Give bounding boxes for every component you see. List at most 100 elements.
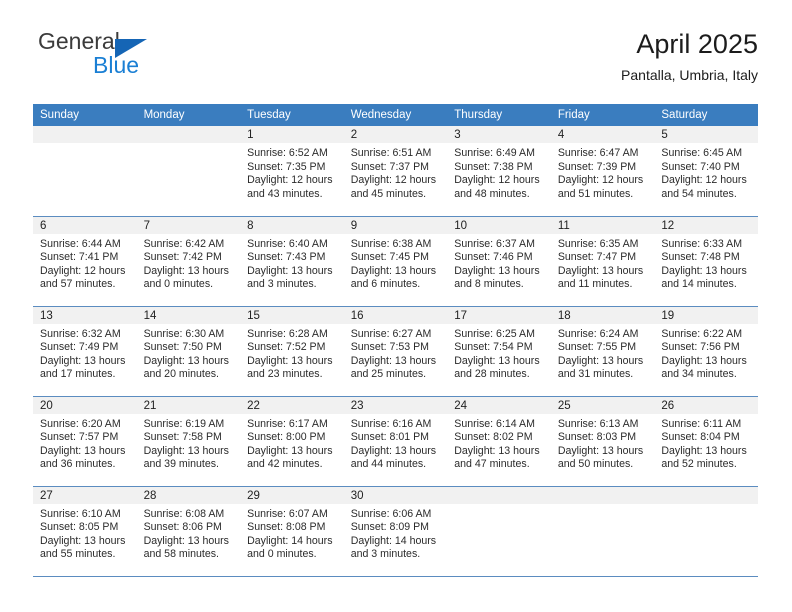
day-number: 28: [136, 486, 241, 504]
day-details: Sunrise: 6:32 AM Sunset: 7:49 PM Daylight:…: [33, 324, 137, 382]
day-details: Sunrise: 6:22 AM Sunset: 7:56 PM Daylight:…: [654, 324, 758, 382]
sunrise-time: Sunrise: 6:35 AM: [557, 237, 639, 250]
daylight-duration-line1: Daylight: 13 hours: [143, 354, 229, 367]
sunset-time: Sunset: 8:03 PM: [557, 431, 637, 444]
calendar-day-cell[interactable]: 27 Sunrise: 6:10 AM Sunset: 8:05 PM Dayligh…: [33, 485, 137, 577]
sunrise-time: Sunrise: 6:17 AM: [247, 417, 328, 430]
day-details: Sunrise: 6:42 AM Sunset: 7:42 PM Daylight:…: [137, 234, 241, 292]
daylight-duration-line1: Daylight: 13 hours: [40, 354, 126, 367]
calendar-day-cell[interactable]: 21 Sunrise: 6:19 AM Sunset: 7:58 PM Dayligh…: [136, 395, 241, 486]
day-details: Sunrise: 6:27 AM Sunset: 7:53 PM Daylight:…: [344, 324, 448, 382]
calendar-day-cell[interactable]: 25 Sunrise: 6:13 AM Sunset: 8:03 PM Dayligh…: [550, 395, 655, 486]
sunset-time: Sunset: 8:00 PM: [247, 431, 326, 444]
day-number: [33, 126, 137, 143]
daylight-duration-line2: and 11 minutes.: [557, 278, 633, 291]
calendar-day-cell[interactable]: 6 Sunrise: 6:44 AM Sunset: 7:41 PM Daylight…: [33, 215, 137, 306]
day-details: Sunrise: 6:35 AM Sunset: 7:47 PM Daylight:…: [551, 234, 655, 292]
calendar-day-cell[interactable]: 29 Sunrise: 6:07 AM Sunset: 8:08 PM Dayligh…: [240, 485, 344, 577]
sunrise-time: Sunrise: 6:28 AM: [247, 327, 328, 340]
sunrise-time: Sunrise: 6:37 AM: [454, 237, 535, 250]
day-number: 17: [447, 306, 551, 324]
day-number: [654, 486, 758, 504]
sunset-time: Sunset: 7:55 PM: [557, 341, 637, 354]
calendar-day-cell[interactable]: 3 Sunrise: 6:49 AM Sunset: 7:38 PM Daylight…: [447, 126, 551, 216]
day-number: 11: [550, 216, 655, 234]
day-details: Sunrise: 6:52 AM Sunset: 7:35 PM Daylight:…: [240, 143, 344, 201]
calendar-day-cell[interactable]: 18 Sunrise: 6:24 AM Sunset: 7:55 PM Dayligh…: [550, 305, 655, 396]
calendar-day-cell[interactable]: 17 Sunrise: 6:25 AM Sunset: 7:54 PM Dayligh…: [447, 305, 551, 396]
calendar-day-cell[interactable]: 7 Sunrise: 6:42 AM Sunset: 7:42 PM Daylight…: [136, 215, 241, 306]
weekday-header-monday: Monday: [136, 104, 241, 126]
sunrise-time: Sunrise: 6:33 AM: [661, 237, 743, 250]
calendar-day-cell[interactable]: 19 Sunrise: 6:22 AM Sunset: 7:56 PM Dayligh…: [654, 305, 758, 396]
calendar-day-cell[interactable]: 5 Sunrise: 6:45 AM Sunset: 7:40 PM Daylight…: [654, 126, 758, 216]
day-number: [447, 486, 551, 504]
weekday-header-saturday: Saturday: [654, 104, 758, 126]
calendar-day-cell[interactable]: 4 Sunrise: 6:47 AM Sunset: 7:39 PM Daylight…: [550, 126, 655, 216]
calendar-week-row: 20 Sunrise: 6:20 AM Sunset: 7:57 PM Dayligh…: [33, 395, 758, 486]
calendar-day-cell[interactable]: 12 Sunrise: 6:33 AM Sunset: 7:48 PM Dayligh…: [654, 215, 758, 306]
sunrise-time: Sunrise: 6:32 AM: [40, 327, 121, 340]
daylight-duration-line1: Daylight: 13 hours: [661, 354, 747, 367]
calendar-day-cell-empty: [136, 126, 241, 216]
day-details: Sunrise: 6:16 AM Sunset: 8:01 PM Daylight:…: [344, 414, 448, 472]
calendar-day-cell[interactable]: 8 Sunrise: 6:40 AM Sunset: 7:43 PM Daylight…: [240, 215, 344, 306]
day-details: Sunrise: 6:10 AM Sunset: 8:05 PM Daylight:…: [33, 504, 137, 562]
day-number: 13: [33, 306, 137, 324]
calendar-day-cell[interactable]: 26 Sunrise: 6:11 AM Sunset: 8:04 PM Dayligh…: [654, 395, 758, 486]
day-number: 22: [240, 396, 344, 414]
day-details: Sunrise: 6:33 AM Sunset: 7:48 PM Daylight:…: [654, 234, 758, 292]
calendar-day-cell-empty: [33, 126, 137, 216]
calendar-day-cell[interactable]: 11 Sunrise: 6:35 AM Sunset: 7:47 PM Dayligh…: [550, 215, 655, 306]
weekday-header-thursday: Thursday: [447, 104, 551, 126]
weekday-header-sunday: Sunday: [33, 104, 137, 126]
daylight-duration-line1: Daylight: 13 hours: [143, 444, 229, 457]
calendar-page: General Blue April 2025 Pantalla, Umbria…: [0, 0, 792, 612]
day-details: Sunrise: 6:45 AM Sunset: 7:40 PM Daylight:…: [654, 143, 758, 201]
calendar-day-cell[interactable]: 16 Sunrise: 6:27 AM Sunset: 7:53 PM Dayligh…: [343, 305, 448, 396]
daylight-duration-line2: and 39 minutes.: [143, 458, 219, 471]
daylight-duration-line1: Daylight: 13 hours: [40, 534, 126, 547]
sunset-time: Sunset: 7:42 PM: [143, 251, 222, 264]
sunrise-time: Sunrise: 6:24 AM: [557, 327, 639, 340]
day-number: [550, 486, 655, 504]
sunrise-time: Sunrise: 6:22 AM: [661, 327, 743, 340]
daylight-duration-line2: and 47 minutes.: [454, 458, 530, 471]
calendar-day-cell[interactable]: 24 Sunrise: 6:14 AM Sunset: 8:02 PM Dayligh…: [447, 395, 551, 486]
daylight-duration-line2: and 3 minutes.: [350, 548, 421, 561]
calendar-day-cell[interactable]: 22 Sunrise: 6:17 AM Sunset: 8:00 PM Dayligh…: [240, 395, 344, 486]
day-number: 26: [654, 396, 758, 414]
calendar-day-cell[interactable]: 9 Sunrise: 6:38 AM Sunset: 7:45 PM Daylight…: [343, 215, 448, 306]
daylight-duration-line1: Daylight: 14 hours: [247, 534, 333, 547]
sunset-time: Sunset: 7:54 PM: [454, 341, 533, 354]
day-number: 9: [343, 216, 448, 234]
daylight-duration-line1: Daylight: 13 hours: [247, 264, 333, 277]
daylight-duration-line1: Daylight: 13 hours: [557, 444, 644, 457]
daylight-duration-line2: and 6 minutes.: [350, 278, 421, 291]
day-number: 25: [550, 396, 655, 414]
sunrise-time: Sunrise: 6:27 AM: [350, 327, 432, 340]
daylight-duration-line1: Daylight: 13 hours: [143, 264, 229, 277]
weekday-header-wednesday: Wednesday: [343, 104, 448, 126]
calendar-day-cell[interactable]: 30 Sunrise: 6:06 AM Sunset: 8:09 PM Dayligh…: [343, 485, 448, 577]
sunrise-time: Sunrise: 6:49 AM: [454, 147, 535, 159]
day-number: 6: [33, 216, 137, 234]
calendar-body: 1 Sunrise: 6:52 AM Sunset: 7:35 PM Daylight…: [33, 126, 758, 577]
sunrise-time: Sunrise: 6:08 AM: [143, 507, 225, 520]
daylight-duration-line2: and 23 minutes.: [247, 368, 323, 381]
sunrise-time: Sunrise: 6:06 AM: [350, 507, 432, 520]
calendar-day-cell[interactable]: 23 Sunrise: 6:16 AM Sunset: 8:01 PM Dayligh…: [343, 395, 448, 486]
calendar-day-cell[interactable]: 14 Sunrise: 6:30 AM Sunset: 7:50 PM Dayligh…: [136, 305, 241, 396]
calendar-day-cell[interactable]: 10 Sunrise: 6:37 AM Sunset: 7:46 PM Dayligh…: [447, 215, 551, 306]
calendar-day-cell[interactable]: 2 Sunrise: 6:51 AM Sunset: 7:37 PM Daylight…: [343, 126, 448, 216]
weekday-header-tuesday: Tuesday: [240, 104, 344, 126]
daylight-duration-line1: Daylight: 12 hours: [661, 174, 747, 187]
day-details: Sunrise: 6:13 AM Sunset: 8:03 PM Daylight:…: [551, 414, 655, 472]
day-number: 21: [136, 396, 241, 414]
day-details: Sunrise: 6:25 AM Sunset: 7:54 PM Daylight:…: [447, 324, 551, 382]
calendar-day-cell[interactable]: 20 Sunrise: 6:20 AM Sunset: 7:57 PM Dayligh…: [33, 395, 137, 486]
calendar-day-cell[interactable]: 28 Sunrise: 6:08 AM Sunset: 8:06 PM Dayligh…: [136, 485, 241, 577]
calendar-day-cell[interactable]: 1 Sunrise: 6:52 AM Sunset: 7:35 PM Daylight…: [240, 126, 344, 216]
calendar-day-cell[interactable]: 15 Sunrise: 6:28 AM Sunset: 7:52 PM Dayligh…: [240, 305, 344, 396]
calendar-day-cell[interactable]: 13 Sunrise: 6:32 AM Sunset: 7:49 PM Dayligh…: [33, 305, 137, 396]
